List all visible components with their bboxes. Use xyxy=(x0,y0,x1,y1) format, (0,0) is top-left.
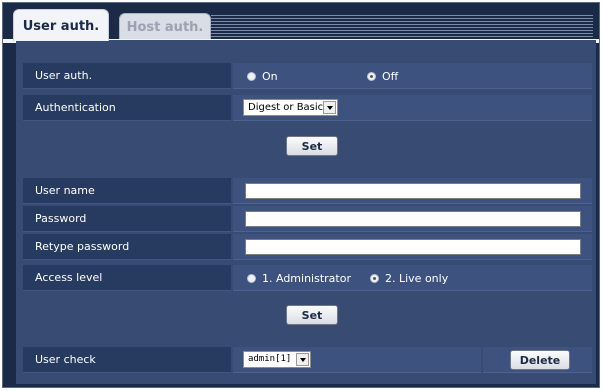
password-label: Password xyxy=(23,206,231,232)
set-user-button[interactable]: Set xyxy=(286,305,338,325)
user-auth-off-radio[interactable]: Off xyxy=(367,70,398,83)
authentication-value: Digest or Basic xyxy=(233,95,592,121)
tab-user-auth[interactable]: User auth. xyxy=(13,9,109,41)
chevron-down-icon xyxy=(296,353,309,366)
password-field[interactable] xyxy=(245,211,581,227)
tab-host-auth[interactable]: Host auth. xyxy=(119,13,211,39)
access-level-label: Access level xyxy=(23,265,231,291)
access-option-1-label: 1. Administrator xyxy=(262,272,351,285)
access-level-value: 1. Administrator 2. Live only xyxy=(233,265,592,291)
authentication-select-value: Digest or Basic xyxy=(248,102,324,113)
user-auth-value: On Off xyxy=(233,63,592,89)
user-auth-label: User auth. xyxy=(23,63,231,89)
access-option-2-label: 2. Live only xyxy=(385,272,449,285)
password-value xyxy=(233,206,592,232)
access-level-row: Access level 1. Administrator 2. Live on… xyxy=(23,265,592,291)
delete-button[interactable]: Delete xyxy=(510,350,570,370)
authentication-row: Authentication Digest or Basic xyxy=(23,95,592,121)
password-row: Password xyxy=(23,206,592,232)
retype-password-field[interactable] xyxy=(245,239,581,255)
radio-unselected-icon xyxy=(247,274,256,283)
retype-password-row: Retype password xyxy=(23,234,592,260)
set-auth-button[interactable]: Set xyxy=(286,136,338,156)
radio-selected-icon xyxy=(370,274,379,283)
tab-bar: Host auth. User auth. xyxy=(3,3,599,43)
chevron-down-icon xyxy=(323,101,336,114)
user-check-select[interactable]: admin[1] xyxy=(243,351,311,368)
user-name-field[interactable] xyxy=(245,183,581,199)
user-auth-row: User auth. On Off xyxy=(23,63,592,89)
retype-password-label: Retype password xyxy=(23,234,231,260)
user-check-select-value: admin[1] xyxy=(248,354,292,364)
user-name-value xyxy=(233,178,592,204)
user-auth-on-label: On xyxy=(262,70,278,83)
retype-password-value xyxy=(233,234,592,260)
access-level-administrator-radio[interactable]: 1. Administrator xyxy=(247,272,351,285)
user-check-value: admin[1] xyxy=(233,347,481,373)
user-name-row: User name xyxy=(23,178,592,204)
authentication-select[interactable]: Digest or Basic xyxy=(243,99,338,116)
user-name-label: User name xyxy=(23,178,231,204)
authentication-label: Authentication xyxy=(23,95,231,121)
radio-selected-icon xyxy=(367,72,376,81)
tab-bar-decoration xyxy=(211,15,593,41)
radio-unselected-icon xyxy=(247,72,256,81)
user-auth-off-label: Off xyxy=(382,70,399,83)
access-level-live-only-radio[interactable]: 2. Live only xyxy=(370,272,448,285)
user-check-label: User check xyxy=(23,347,231,373)
delete-cell: Delete xyxy=(483,347,592,373)
user-auth-on-radio[interactable]: On xyxy=(247,70,278,83)
user-check-row: User check admin[1] Delete xyxy=(23,347,592,373)
